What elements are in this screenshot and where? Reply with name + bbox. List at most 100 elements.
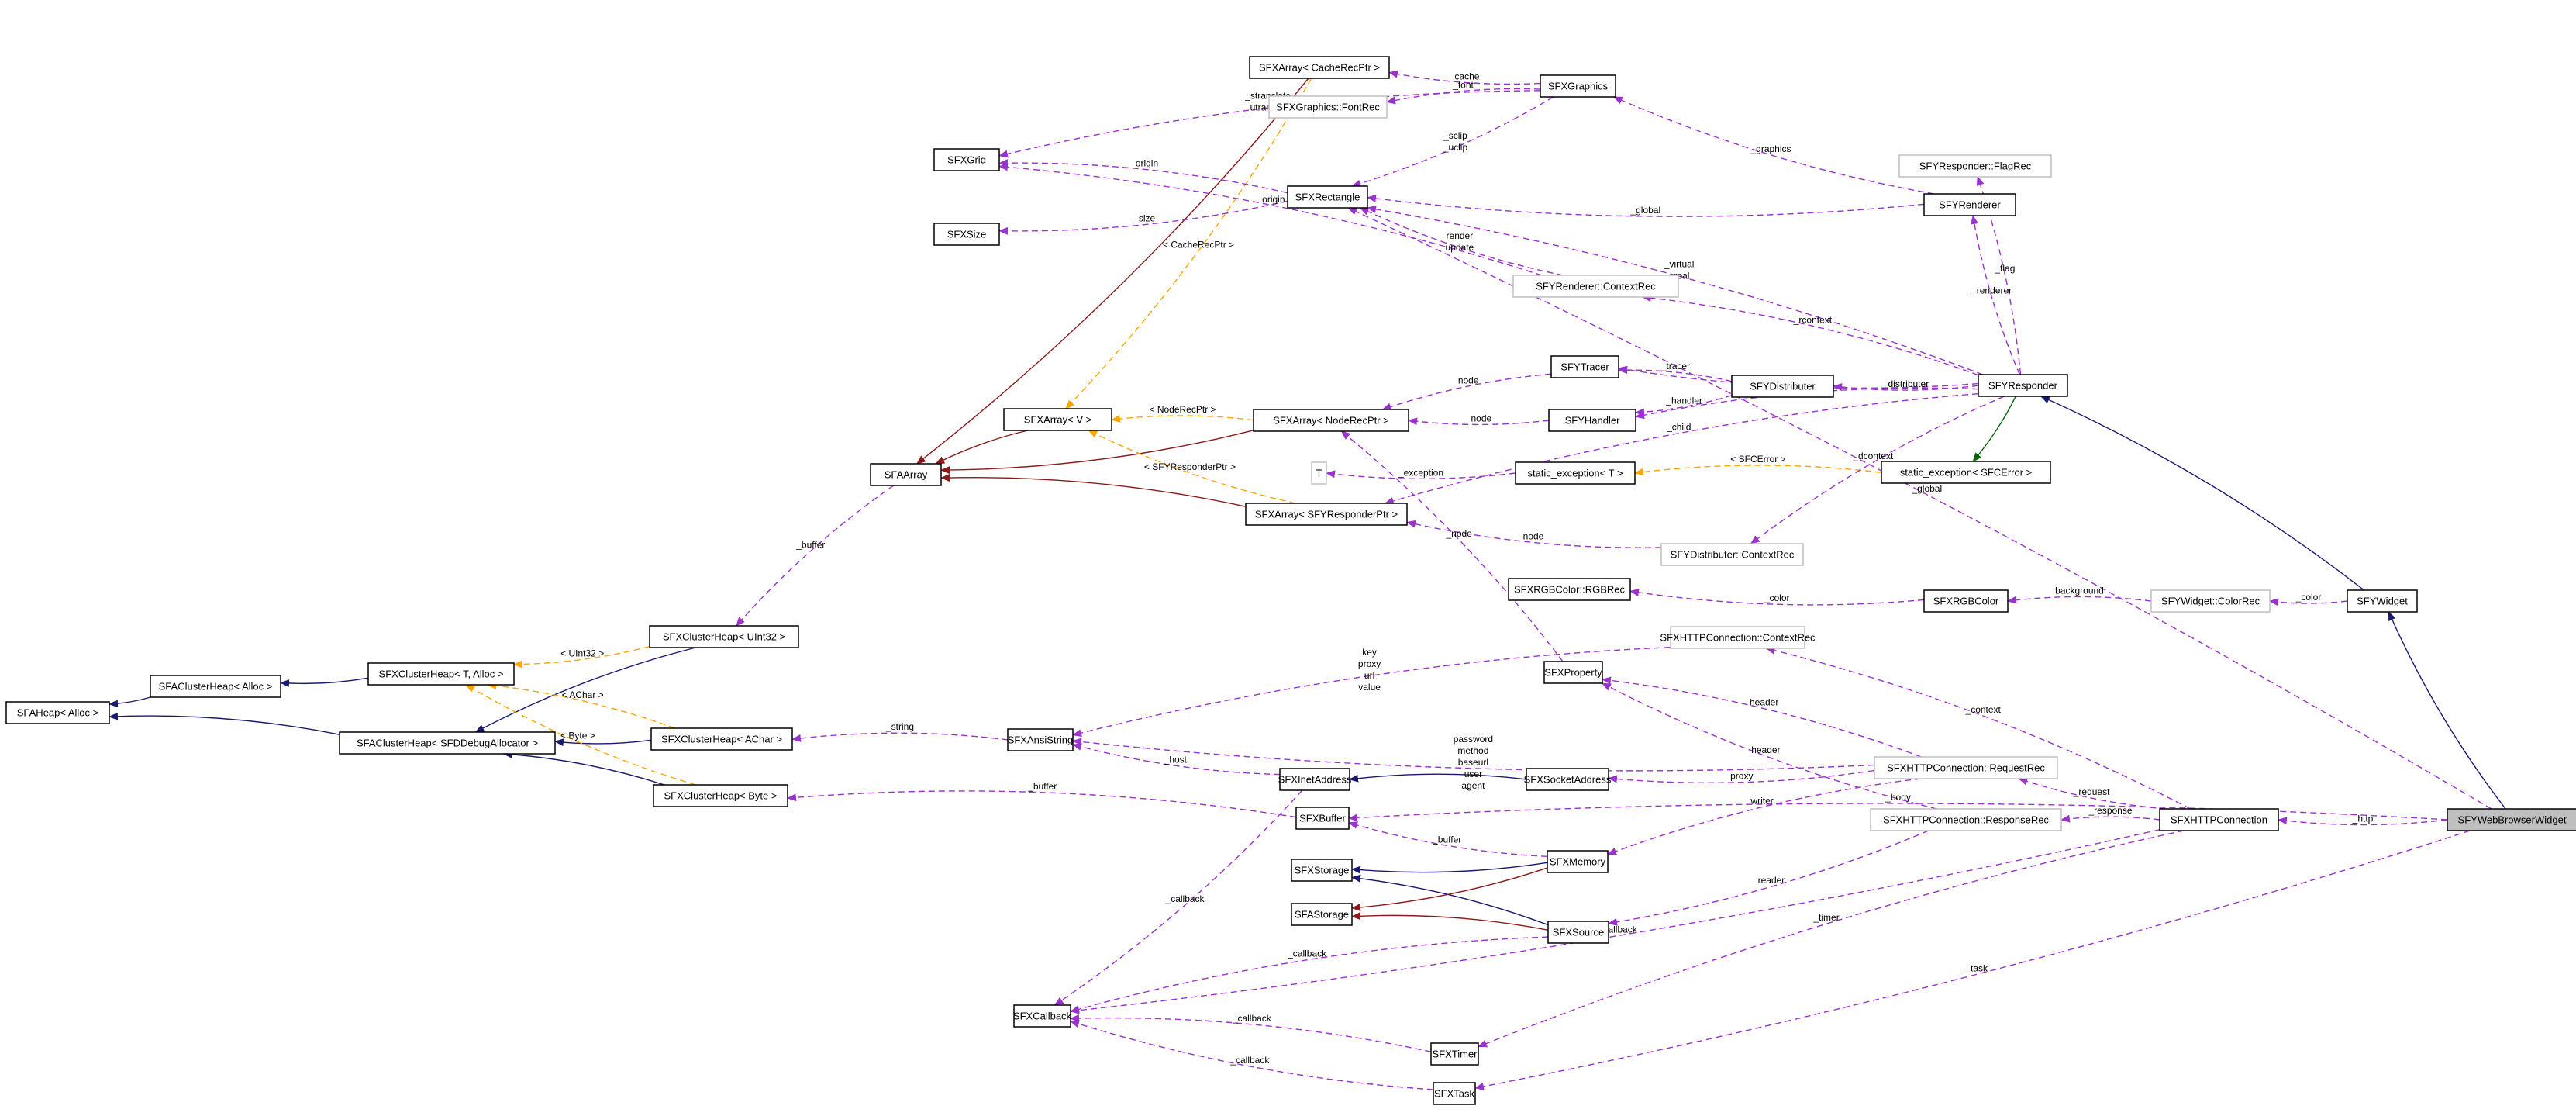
class-name: SFYResponder::FlagRec	[1919, 161, 2032, 172]
edge-labels-layer: < UInt32 > < AChar > < Byte > _buffer < Cach…	[560, 71, 2374, 1066]
class-node-rendererctx[interactable]: SFYRenderer::ContextRec	[1512, 275, 1679, 298]
class-node-sfxarrayresp[interactable]: SFXArray< SFYResponderPtr >	[1245, 503, 1408, 526]
class-name: SFXRGBColor	[1933, 596, 1999, 607]
class-node-staticexcerr[interactable]: static_exception< SFCError >	[1881, 461, 2051, 484]
class-node-sfxhttpconnection[interactable]: SFXHTTPConnection	[2159, 808, 2279, 831]
edge-sfyresponder-to-staticexcerr	[1972, 396, 2016, 462]
class-name: SFXHTTPConnection	[2171, 814, 2267, 826]
class-node-sfastorage[interactable]: SFAStorage	[1291, 903, 1353, 926]
edge-sfaclusterheapdbg-to-sfaheap	[109, 712, 340, 735]
edge-sfxarrayv-to-sfaarray	[935, 430, 1029, 465]
edge-label: _callback	[1287, 948, 1327, 959]
edge-label: proxy	[1730, 771, 1753, 782]
class-node-sfxmemory[interactable]: SFXMemory	[1547, 850, 1609, 873]
edge-label: _handler	[1665, 396, 1702, 406]
edge-sfywebbrowserwidget-to-sfywidget	[2388, 611, 2506, 810]
class-node-sfxtimer[interactable]: SFXTimer	[1430, 1042, 1479, 1066]
class-node-requestrec[interactable]: SFXHTTPConnection::RequestRec	[1874, 756, 2058, 779]
class-node-sfxgrid[interactable]: SFXGrid	[933, 148, 1000, 171]
class-node-sfxarraynode[interactable]: SFXArray< NodeRecPtr >	[1253, 409, 1409, 432]
edge-colorrec-to-sfxrgbcolor	[2007, 596, 2152, 604]
class-node-sfxtask[interactable]: SFXTask	[1433, 1082, 1476, 1105]
edge-label: _node	[1445, 528, 1472, 539]
class-node-sfxsocketaddress[interactable]: SFXSocketAddress	[1524, 768, 1612, 791]
edge-label: _callback	[1165, 893, 1205, 904]
class-node-sfywidget[interactable]: SFYWidget	[2347, 589, 2418, 613]
edge-label: < SFCError >	[1730, 454, 1785, 465]
class-node-sfywebbrowserwidget[interactable]: SFYWebBrowserWidget	[2447, 808, 2576, 831]
edge-label: _size	[1133, 213, 1155, 224]
class-node-staticexct[interactable]: static_exception< T >	[1515, 461, 1636, 485]
class-name: SFXTask	[1434, 1088, 1475, 1100]
edges-layer	[109, 70, 2506, 1090]
class-name: SFXHTTPConnection::RequestRec	[1887, 762, 2045, 774]
class-node-sfyrenderer[interactable]: SFYRenderer	[1923, 193, 2016, 216]
class-node-sfxbuffer[interactable]: SFXBuffer	[1295, 807, 1350, 830]
class-name: SFYResponder	[1988, 380, 2058, 392]
class-node-fontrec[interactable]: SFXGraphics::FontRec	[1268, 95, 1388, 119]
edge-label: password	[1454, 734, 1493, 745]
class-node-responserec[interactable]: SFXHTTPConnection::ResponseRec	[1870, 808, 2062, 831]
class-node-distctx[interactable]: SFYDistributer::ContextRec	[1660, 543, 1804, 566]
class-node-httpctx[interactable]: SFXHTTPConnection::ContextRec	[1660, 626, 1816, 649]
class-node-sfaheap[interactable]: SFAHeap< Alloc >	[5, 701, 110, 724]
class-node-sfaclusterheapdbg[interactable]: SFAClusterHeap< SFDDebugAllocator >	[339, 731, 556, 755]
class-node-sfaclusterheapalloc[interactable]: SFAClusterHeap< Alloc >	[150, 675, 281, 698]
class-node-sfxclusterheapt[interactable]: SFXClusterHeap< T, Alloc >	[367, 662, 515, 686]
class-name: SFXRGBColor::RGBRec	[1514, 584, 1626, 596]
edge-sfaarray-to-sfxclusterheapuint32	[736, 485, 895, 627]
edge-label: _string	[885, 721, 914, 732]
edge-label: _color	[2295, 592, 2322, 603]
edge-label: _distributer	[1882, 378, 1929, 389]
class-node-sfxclusterheapuint32[interactable]: SFXClusterHeap< UInt32 >	[649, 625, 799, 648]
class-node-sfxsource[interactable]: SFXSource	[1547, 921, 1609, 944]
class-name: SFYTracer	[1560, 361, 1609, 373]
class-node-sfxansistring[interactable]: SFXAnsiString	[1007, 728, 1074, 751]
class-node-sfxstorage[interactable]: SFXStorage	[1291, 859, 1353, 882]
edge-sfaclusterheapalloc-to-sfaheap	[109, 696, 151, 708]
class-node-sfxclusterheapachar[interactable]: SFXClusterHeap< AChar >	[650, 727, 793, 751]
class-node-t[interactable]: T	[1311, 461, 1327, 485]
class-node-flagrec[interactable]: SFYResponder::FlagRec	[1898, 154, 2052, 178]
edge-label: _node	[1465, 413, 1492, 423]
edge-sfydistributer-to-sfytracer	[1618, 366, 1733, 382]
class-node-sfxinetaddress[interactable]: SFXInetAddress	[1278, 768, 1352, 791]
class-name: SFXGrid	[947, 154, 986, 166]
class-node-sfxarraycache[interactable]: SFXArray< CacheRecPtr >	[1249, 56, 1390, 79]
edge-label: _node	[1452, 375, 1479, 386]
edge-label: _renderer	[1971, 285, 2012, 295]
class-node-sfxrgbcolor[interactable]: SFXRGBColor	[1923, 589, 2009, 613]
class-name: SFXClusterHeap< T, Alloc >	[379, 669, 504, 680]
edge-label: _callback	[1229, 1055, 1270, 1066]
class-node-sfxproperty[interactable]: SFXProperty	[1543, 661, 1603, 684]
edge-sfxclusterheapt-to-sfaclusterheapalloc	[280, 677, 369, 688]
class-node-sfydistributer[interactable]: SFYDistributer	[1731, 375, 1834, 398]
class-node-sfxrectangle[interactable]: SFXRectangle	[1287, 185, 1368, 209]
class-node-sfxcallback[interactable]: SFXCallback	[1013, 1004, 1072, 1028]
edge-sfywebbrowserwidget-to-sfxtask	[1474, 830, 2471, 1090]
class-node-rgbrec[interactable]: SFXRGBColor::RGBRec	[1508, 578, 1631, 601]
edge-label: < AChar >	[562, 689, 604, 700]
edge-label: key	[1362, 647, 1377, 658]
edge-label: reader	[1758, 875, 1785, 886]
class-node-sfxsize[interactable]: SFXSize	[933, 223, 1000, 246]
edge-label: header	[1751, 745, 1780, 755]
edge-label: update	[1446, 242, 1474, 253]
class-node-sfyresponder[interactable]: SFYResponder	[1978, 374, 2068, 397]
edge-label: < SFYResponderPtr >	[1144, 461, 1236, 472]
class-name: SFYWidget::ColorRec	[2161, 596, 2260, 607]
class-node-sfyhandler[interactable]: SFYHandler	[1548, 409, 1636, 432]
class-node-sfxclusterheapbyte[interactable]: SFXClusterHeap< Byte >	[653, 784, 788, 807]
class-node-colorrec[interactable]: SFYWidget::ColorRec	[2150, 589, 2271, 613]
class-name: SFXClusterHeap< AChar >	[661, 734, 782, 745]
class-node-sfxarrayv[interactable]: SFXArray< V >	[1003, 408, 1112, 431]
edge-sfxhttpconnection-to-responserec	[2060, 814, 2160, 823]
edge-sfyresponder-to-rendererctx	[1641, 294, 1979, 376]
class-name: SFXSocketAddress	[1524, 774, 1612, 786]
class-node-sfytracer[interactable]: SFYTracer	[1550, 355, 1619, 378]
class-node-sfxgraphics[interactable]: SFXGraphics	[1540, 74, 1616, 98]
class-node-sfaarray[interactable]: SFAArray	[870, 463, 942, 486]
edge-label: _buffer	[795, 539, 825, 550]
class-name: T	[1316, 468, 1322, 479]
edge-sfxarraycache-to-sfaarray	[916, 78, 1309, 465]
